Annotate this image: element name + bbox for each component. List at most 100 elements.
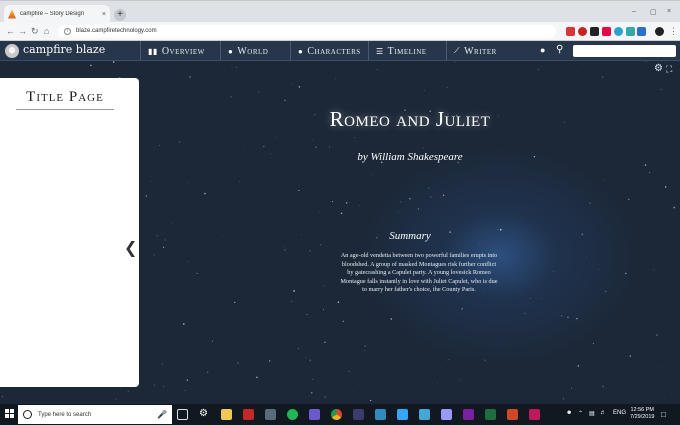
new-tab-button[interactable]: + <box>114 9 126 21</box>
star <box>607 255 609 257</box>
star <box>184 389 186 392</box>
settings-gear-icon[interactable]: ⚙ <box>199 409 210 420</box>
extension-icon[interactable] <box>626 27 635 36</box>
profile-avatar[interactable] <box>655 27 664 36</box>
star <box>263 146 265 148</box>
star <box>164 239 166 241</box>
campfire-logo-icon[interactable] <box>5 44 19 58</box>
network-icon[interactable]: ▤ <box>589 410 595 417</box>
star <box>398 212 399 213</box>
star <box>211 340 213 342</box>
star <box>154 384 156 386</box>
app-icon[interactable] <box>265 409 276 420</box>
star <box>162 246 165 249</box>
tab-close-icon[interactable]: × <box>102 11 106 18</box>
extension-icon[interactable] <box>566 27 575 36</box>
volume-icon[interactable]: ♬ <box>600 410 606 416</box>
clock-time: 12:56 PM <box>630 407 654 413</box>
maximize-button[interactable]: ▢ <box>650 8 657 16</box>
star <box>664 398 665 399</box>
nav-world[interactable]: ● World <box>220 41 290 61</box>
task-view-icon[interactable] <box>177 409 188 420</box>
story-author: by William Shakespeare <box>357 151 463 163</box>
chrome-icon[interactable] <box>331 409 342 420</box>
collapse-panel-chevron-icon[interactable]: ❮ <box>124 238 137 257</box>
address-bar[interactable]: i blaze.campfiretechnology.com <box>58 25 556 38</box>
notification-icon[interactable]: □ <box>661 410 666 419</box>
nav-overview[interactable]: ▮▮ Overview <box>140 41 220 61</box>
photoshop-icon[interactable] <box>397 409 408 420</box>
nav-characters[interactable]: ● Characters <box>290 41 368 61</box>
star <box>422 147 424 149</box>
windows-start-icon[interactable] <box>5 409 15 419</box>
star <box>628 198 630 201</box>
star <box>430 196 432 198</box>
star <box>371 173 373 175</box>
nav-label: World <box>237 45 269 57</box>
extension-icon[interactable] <box>614 27 623 36</box>
app-icon[interactable] <box>419 409 430 420</box>
app-icon[interactable] <box>375 409 386 420</box>
brand-name[interactable]: campfire blaze <box>23 43 105 56</box>
star <box>291 376 293 378</box>
star <box>478 244 480 246</box>
tab-title: campfire – Story Design <box>20 11 85 17</box>
star <box>315 146 317 148</box>
star <box>364 345 366 347</box>
star <box>309 359 311 361</box>
star <box>461 307 464 310</box>
gear-icon[interactable]: ⚙ <box>654 63 663 74</box>
powerpoint-icon[interactable] <box>507 409 518 420</box>
spotify-icon[interactable] <box>287 409 298 420</box>
tray-chevron-icon[interactable]: ⌃ <box>578 410 583 417</box>
reload-button[interactable]: ↻ <box>31 26 39 36</box>
app-icon[interactable] <box>529 409 540 420</box>
nav-timeline[interactable]: ☰ Timeline <box>368 41 446 61</box>
star <box>311 139 313 141</box>
home-button[interactable]: ⌂ <box>44 26 49 36</box>
star <box>161 363 163 365</box>
star <box>284 249 286 251</box>
star <box>114 73 115 75</box>
back-button[interactable]: ← <box>6 26 15 36</box>
app-icon[interactable] <box>463 409 474 420</box>
browser-tab[interactable]: campfire – Story Design × <box>4 5 110 23</box>
extension-icon[interactable] <box>590 27 599 36</box>
extension-icon[interactable] <box>637 27 646 36</box>
app-icon[interactable] <box>243 409 254 420</box>
people-icon[interactable]: ☻ <box>566 410 572 416</box>
panel-title: Title Page <box>26 89 104 105</box>
browser-menu-icon[interactable]: ⋮ <box>669 26 678 36</box>
extension-icon[interactable] <box>602 27 611 36</box>
taskbar-search-input[interactable]: Type here to search 🎤 <box>18 405 172 424</box>
app-icon[interactable] <box>353 409 364 420</box>
star <box>665 186 667 188</box>
close-window-button[interactable]: × <box>667 8 671 15</box>
system-clock[interactable]: 12:56 PM 7/29/2019 <box>630 407 654 421</box>
extension-icon[interactable] <box>578 27 587 36</box>
fullscreen-icon[interactable]: ⛶ <box>666 64 672 75</box>
search-icon[interactable]: ⚲ <box>556 44 563 55</box>
site-info-icon[interactable]: i <box>64 28 71 35</box>
minimize-button[interactable]: – <box>632 8 636 15</box>
star <box>656 334 658 336</box>
story-canvas: ⚙ ⛶ Title Page ❮ Romeo and Juliet by Wil… <box>0 61 680 404</box>
star <box>172 223 173 224</box>
app-icon[interactable] <box>309 409 320 420</box>
star <box>358 384 360 385</box>
language-indicator[interactable]: ENG <box>613 410 626 416</box>
star <box>442 194 445 197</box>
star <box>576 318 578 320</box>
forward-button[interactable]: → <box>18 26 27 36</box>
microphone-icon[interactable]: 🎤 <box>157 410 167 419</box>
app-search-input[interactable] <box>573 45 676 57</box>
star <box>417 208 419 210</box>
file-explorer-icon[interactable] <box>221 409 232 420</box>
excel-icon[interactable] <box>485 409 496 420</box>
star <box>337 301 340 303</box>
star <box>301 234 302 235</box>
premiere-icon[interactable] <box>441 409 452 420</box>
user-icon[interactable]: ● <box>540 45 545 55</box>
clock-date: 7/29/2019 <box>630 414 655 420</box>
nav-writer[interactable]: ⟋ Writer <box>446 41 516 61</box>
